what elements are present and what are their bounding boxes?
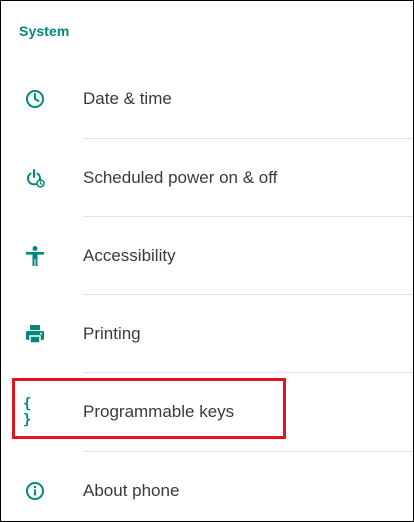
settings-item-label: Accessibility [83,246,176,265]
section-header-system: System [19,23,70,39]
printer-icon [23,322,47,346]
settings-item-accessibility[interactable]: Accessibility [1,217,413,295]
settings-item-label: Printing [83,324,141,343]
braces-icon: { } [23,396,34,428]
settings-item-label: About phone [83,481,180,500]
info-icon [23,479,47,503]
accessibility-icon [23,244,47,268]
settings-item-printing[interactable]: Printing [1,295,413,373]
settings-item-label: Programmable keys [83,402,235,421]
power-schedule-icon [23,166,47,190]
settings-item-label: Date & time [83,89,172,108]
settings-item-programmable-keys[interactable]: { } Programmable keys [1,373,413,451]
clock-icon [23,87,47,111]
settings-item-about-phone[interactable]: About phone [1,452,413,521]
settings-screen: System Date & time Scheduled power on & … [0,0,414,522]
settings-item-date-time[interactable]: Date & time [1,60,413,138]
settings-item-scheduled-power[interactable]: Scheduled power on & off [1,139,413,217]
settings-item-label: Scheduled power on & off [83,168,278,187]
